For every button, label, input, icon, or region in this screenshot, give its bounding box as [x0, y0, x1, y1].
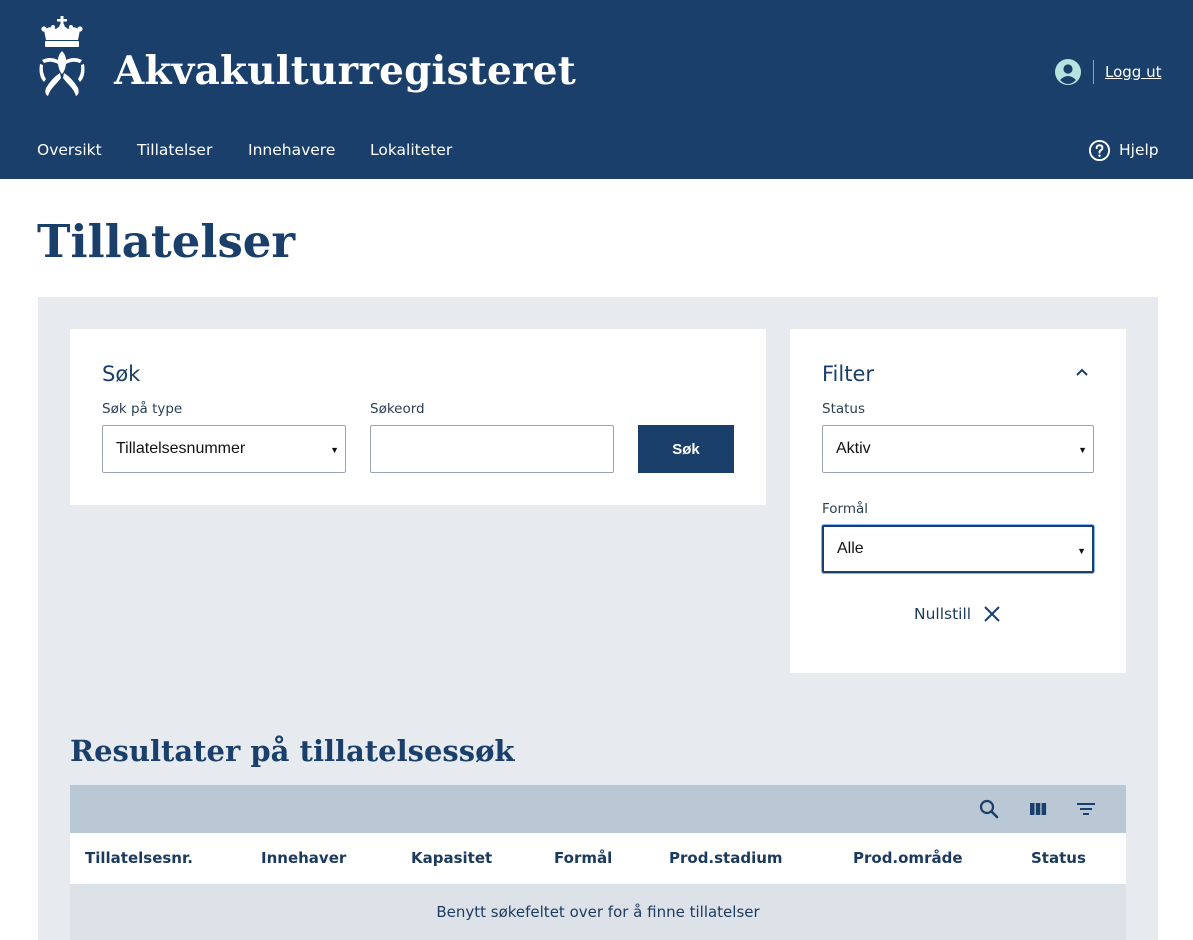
header-divider [1093, 60, 1094, 84]
app-title: Akvakulturregisteret [114, 48, 576, 94]
close-icon [984, 606, 1000, 622]
chevron-up-icon[interactable] [1074, 364, 1090, 380]
column-header-capacity[interactable]: Kapasitet [411, 849, 492, 867]
keyword-input[interactable] [370, 425, 614, 473]
purpose-select[interactable]: Alle ▼ [822, 525, 1094, 573]
content-area: Søk Søk på type Tillatelsesnummer ▼ Søke… [38, 297, 1158, 940]
filter-card: Filter Status Aktiv ▼ Formål Alle ▼ Null… [790, 329, 1126, 673]
purpose-value: Alle [837, 540, 864, 557]
page-title: Tillatelser [37, 215, 296, 268]
search-icon[interactable] [978, 798, 1000, 820]
column-header-permit-number[interactable]: Tillatelsesnr. [85, 849, 193, 867]
coat-of-arms-logo[interactable] [36, 16, 88, 98]
help-label: Hjelp [1119, 141, 1159, 159]
search-title: Søk [102, 362, 141, 386]
dropdown-caret-icon: ▼ [330, 445, 339, 455]
purpose-label: Formål [822, 501, 869, 517]
search-type-select[interactable]: Tillatelsesnummer ▼ [102, 425, 346, 473]
status-select[interactable]: Aktiv ▼ [822, 425, 1094, 473]
nav-item-oversikt[interactable]: Oversikt [37, 141, 102, 159]
table-header-row: Tillatelsesnr. Innehaver Kapasitet Formå… [70, 833, 1126, 884]
columns-icon[interactable] [1027, 798, 1049, 820]
results-title: Resultater på tillatelsessøk [70, 734, 515, 768]
search-card: Søk Søk på type Tillatelsesnummer ▼ Søke… [70, 329, 766, 505]
column-header-status[interactable]: Status [1031, 849, 1086, 867]
nav-item-tillatelser[interactable]: Tillatelser [137, 141, 212, 159]
reset-label: Nullstill [914, 605, 972, 623]
nav-item-innehavere[interactable]: Innehavere [248, 141, 335, 159]
search-type-label: Søk på type [102, 401, 183, 417]
dropdown-caret-icon: ▼ [1077, 546, 1086, 556]
table-toolbar [70, 785, 1126, 833]
status-value: Aktiv [836, 440, 871, 457]
filter-list-icon[interactable] [1075, 798, 1097, 820]
column-header-purpose[interactable]: Formål [554, 849, 612, 867]
filter-title: Filter [822, 362, 875, 386]
search-button[interactable]: Søk [638, 425, 734, 473]
dropdown-caret-icon: ▼ [1078, 445, 1087, 455]
table-empty-message: Benytt søkefeltet over for å finne tilla… [70, 884, 1126, 940]
status-label: Status [822, 401, 866, 417]
reset-filter-button[interactable]: Nullstill [914, 605, 1001, 623]
column-header-holder[interactable]: Innehaver [261, 849, 346, 867]
user-avatar-icon[interactable] [1055, 59, 1081, 85]
nav-item-lokaliteter[interactable]: Lokaliteter [370, 141, 452, 159]
help-icon [1088, 139, 1111, 161]
site-header: Akvakulturregisteret Logg ut Oversikt Ti… [0, 0, 1193, 179]
column-header-prod-area[interactable]: Prod.område [853, 849, 963, 867]
keyword-label: Søkeord [370, 401, 425, 417]
search-type-value: Tillatelsesnummer [116, 440, 246, 457]
column-header-prod-stage[interactable]: Prod.stadium [669, 849, 783, 867]
help-link[interactable]: Hjelp [1088, 138, 1159, 162]
logout-link[interactable]: Logg ut [1105, 63, 1161, 81]
